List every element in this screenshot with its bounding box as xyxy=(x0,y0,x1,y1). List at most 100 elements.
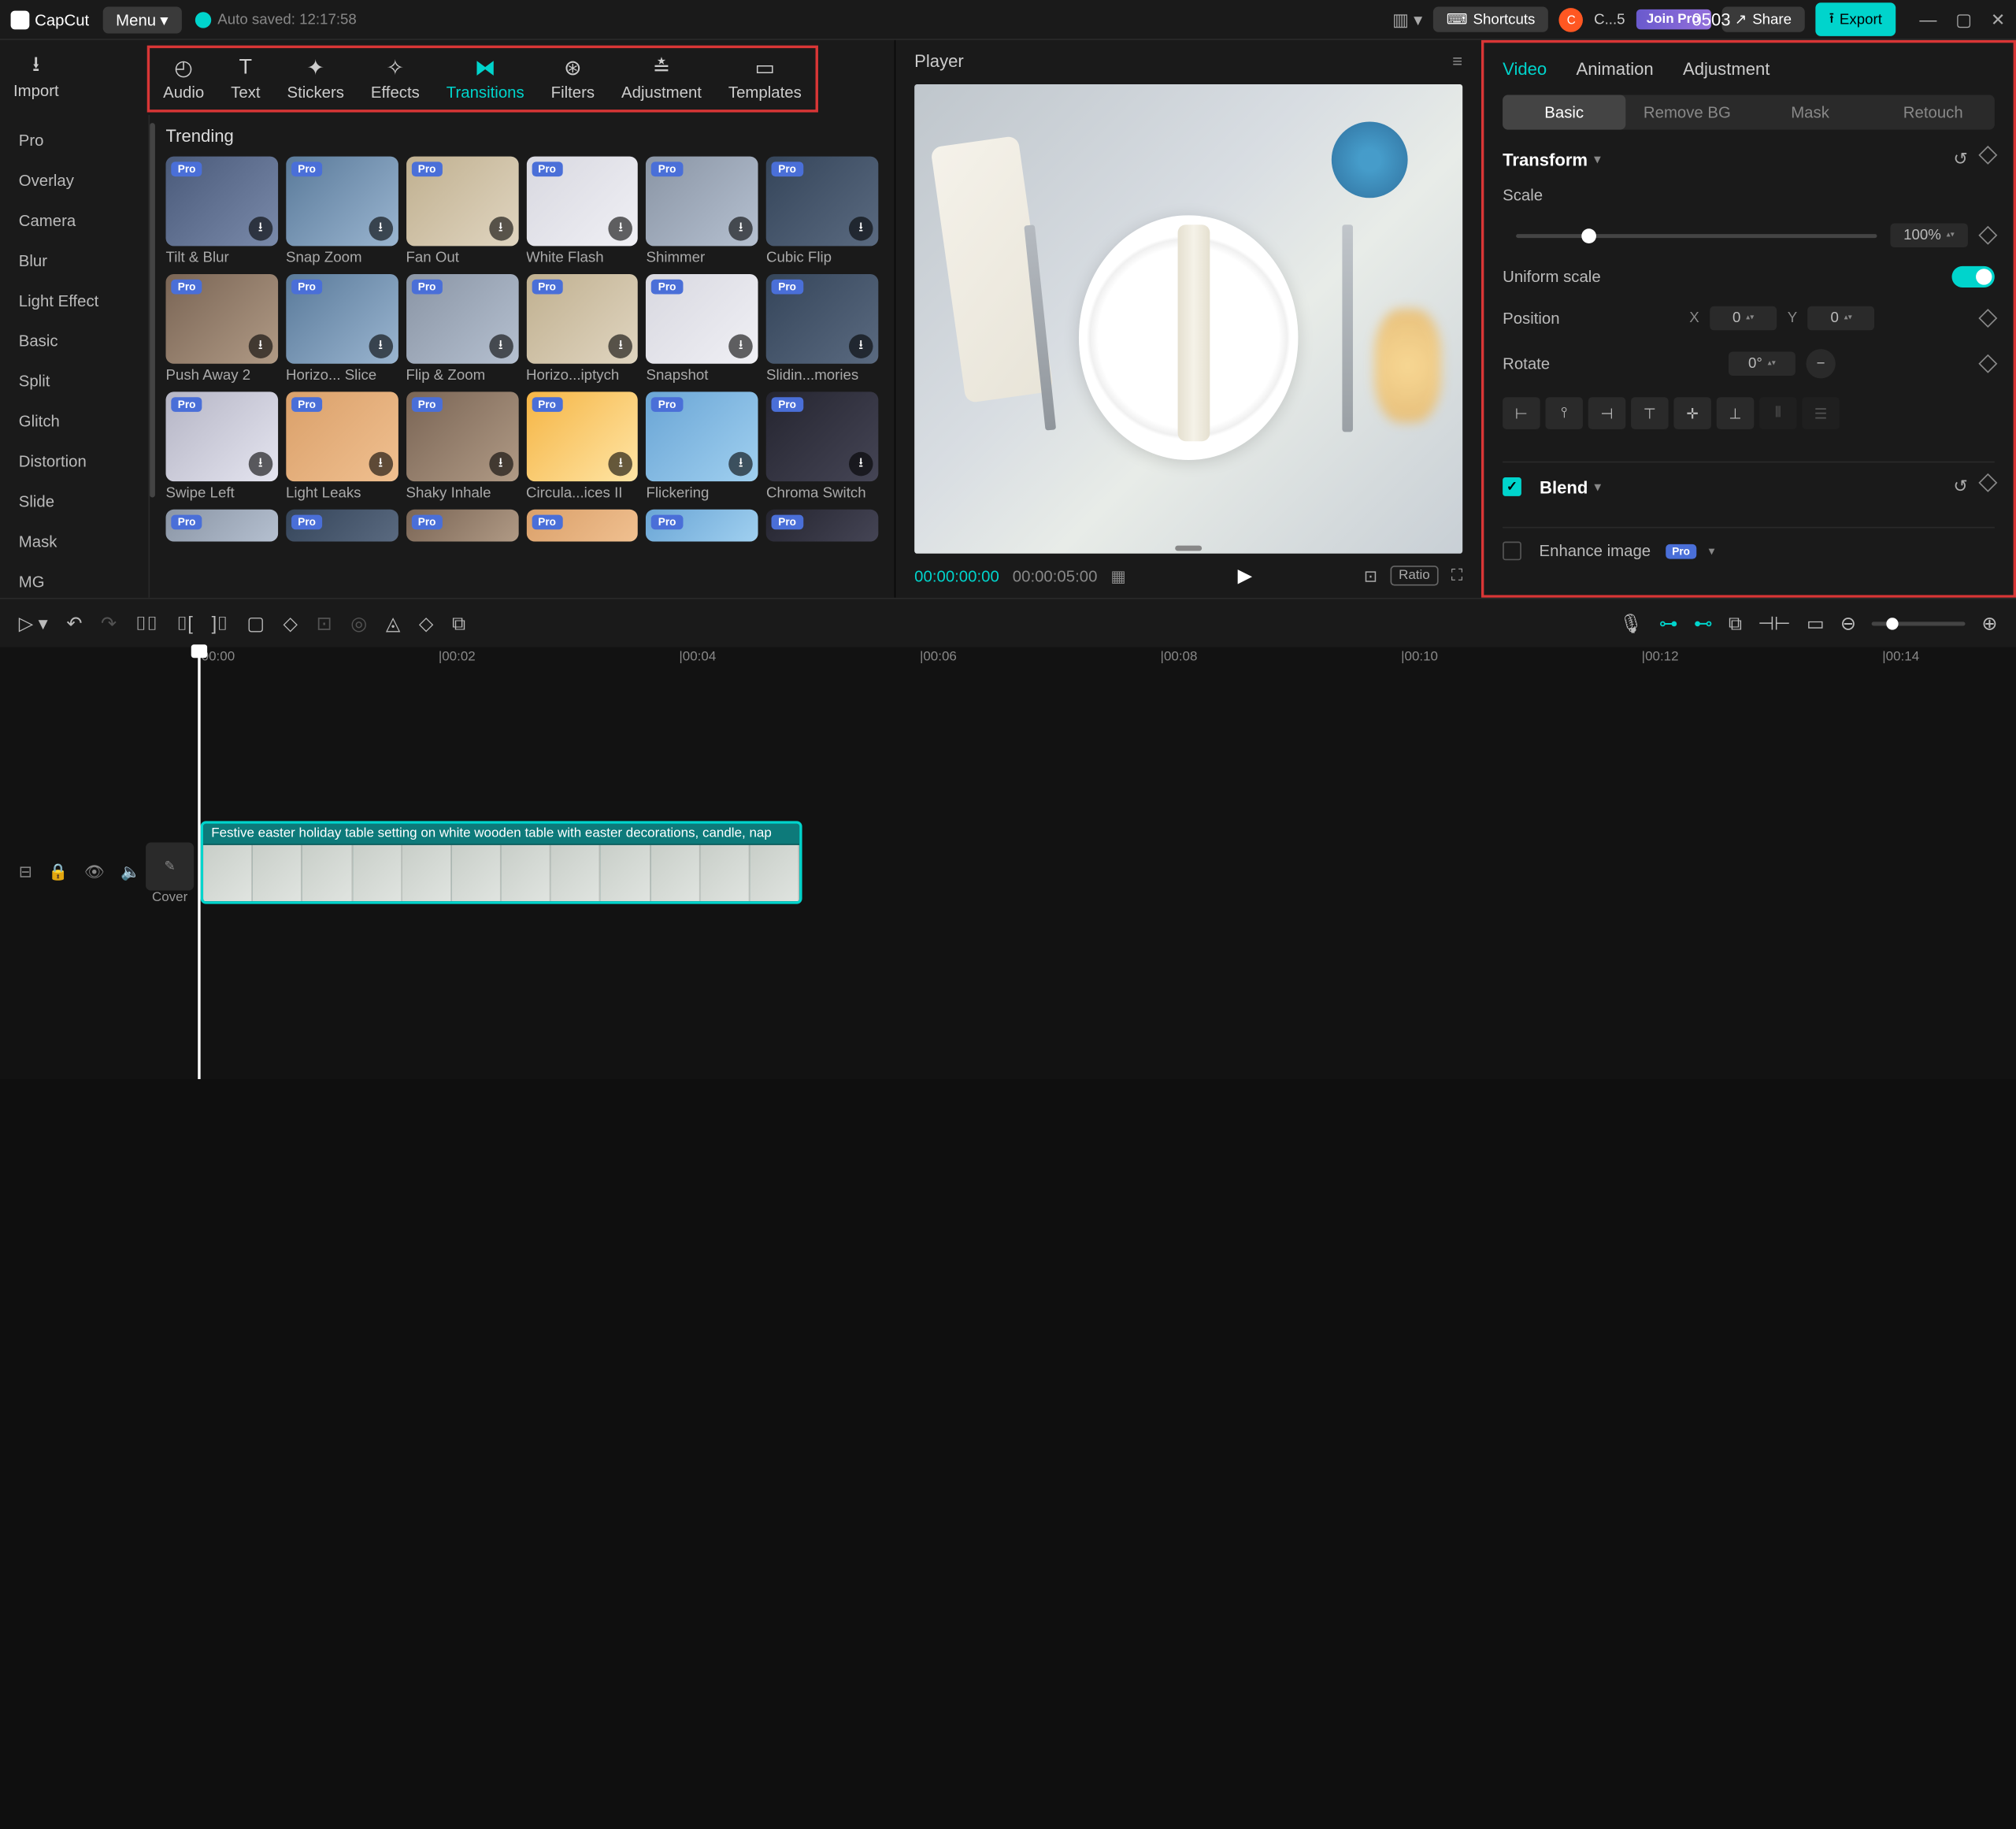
transition-thumb[interactable]: Pro ⭳ xyxy=(647,157,758,247)
align-vcenter-button[interactable]: ✛ xyxy=(1673,397,1711,429)
transition-thumb[interactable]: Pro ⭳ xyxy=(166,157,278,247)
spinner-icon[interactable]: ▴▾ xyxy=(1947,232,1955,239)
download-icon[interactable]: ⭳ xyxy=(728,217,753,241)
tab-filters[interactable]: ⊛Filters xyxy=(538,48,608,109)
download-icon[interactable]: ⭳ xyxy=(248,452,272,477)
tab-adjustment[interactable]: ≛Adjustment xyxy=(608,48,715,109)
mute-icon[interactable]: 🔈 xyxy=(120,863,140,881)
magnet-main-icon[interactable]: ⊶ xyxy=(1659,612,1678,635)
split-tool[interactable]: ⌷⌷ xyxy=(135,612,158,635)
inspector-tab-adjustment[interactable]: Adjustment xyxy=(1683,59,1770,79)
transition-item[interactable]: Pro ⭳ Horizo...iptych xyxy=(526,274,638,384)
sidebar-item-split[interactable]: Split xyxy=(0,361,148,401)
scale-slider[interactable] xyxy=(1516,233,1877,237)
download-icon[interactable]: ⭳ xyxy=(369,217,393,241)
scale-value[interactable]: 100%▴▾ xyxy=(1890,224,1968,248)
align-hcenter-button[interactable]: ⫯ xyxy=(1545,397,1583,429)
cover-button[interactable]: ✎ Cover xyxy=(144,842,195,905)
transition-item[interactable]: Pro ⭳ Light Leaks xyxy=(286,392,398,502)
snap-icon[interactable]: ⊣⊢ xyxy=(1758,612,1790,635)
player-viewport[interactable] xyxy=(914,84,1462,554)
tab-stickers[interactable]: ✦Stickers xyxy=(274,48,358,109)
crop-tool[interactable]: ⧉ xyxy=(452,612,465,635)
transition-thumb[interactable]: Pro ⭳ xyxy=(526,392,638,482)
player-menu-icon[interactable]: ≡ xyxy=(1452,51,1462,71)
preview-icon[interactable]: ▭ xyxy=(1807,612,1824,635)
transition-item[interactable]: Pro ⭳ Flip & Zoom xyxy=(406,274,517,384)
close-icon[interactable]: ✕ xyxy=(1991,9,2006,30)
export-button[interactable]: ⭱ Export xyxy=(1816,2,1896,35)
enhance-checkbox[interactable] xyxy=(1503,542,1521,561)
zoom-out-icon[interactable]: ⊖ xyxy=(1840,612,1856,635)
transition-thumb[interactable]: Pro ⭳ xyxy=(766,157,878,247)
transition-thumb[interactable]: Pro ⭳ xyxy=(647,274,758,364)
download-icon[interactable]: ⭳ xyxy=(248,217,272,241)
transition-thumb[interactable]: Pro ⭳ xyxy=(406,274,517,364)
download-icon[interactable]: ⭳ xyxy=(849,335,873,359)
keyframe-icon[interactable] xyxy=(1978,226,1997,245)
align-right-button[interactable]: ⊣ xyxy=(1588,397,1626,429)
transition-item[interactable]: Pro ⭳ Shimmer xyxy=(647,157,758,266)
uniform-scale-toggle[interactable] xyxy=(1952,266,1995,288)
transition-item[interactable]: Pro xyxy=(526,510,638,542)
sidebar-item-distortion[interactable]: Distortion xyxy=(0,441,148,481)
transition-thumb[interactable]: Pro xyxy=(166,510,278,542)
lock-track-icon[interactable]: ⊟ xyxy=(19,863,32,881)
transition-thumb[interactable]: Pro xyxy=(406,510,517,542)
transition-thumb[interactable]: Pro ⭳ xyxy=(286,392,398,482)
mirror-button[interactable]: − xyxy=(1806,349,1835,378)
shortcuts-button[interactable]: ⌨ Shortcuts xyxy=(1433,6,1549,32)
transition-thumb[interactable]: Pro xyxy=(286,510,398,542)
keyframe-icon[interactable] xyxy=(1978,473,1997,492)
sidebar-item-basic[interactable]: Basic xyxy=(0,321,148,361)
keyframe-icon[interactable] xyxy=(1978,309,1997,328)
share-button[interactable]: ↗ Share xyxy=(1721,6,1805,32)
transition-thumb[interactable]: Pro ⭳ xyxy=(526,274,638,364)
sidebar-item-blur[interactable]: Blur xyxy=(0,241,148,281)
playhead[interactable] xyxy=(198,647,200,1079)
transition-item[interactable]: Pro ⭳ Horizo... Slice xyxy=(286,274,398,384)
download-icon[interactable]: ⭳ xyxy=(248,335,272,359)
sidebar-item-mg[interactable]: MG xyxy=(0,562,148,602)
lock-icon[interactable]: 🔒 xyxy=(48,863,68,881)
transition-item[interactable]: Pro xyxy=(406,510,517,542)
transition-item[interactable]: Pro ⭳ Push Away 2 xyxy=(166,274,278,384)
keyframe-icon[interactable] xyxy=(1978,146,1997,165)
spinner-icon[interactable]: ▴▾ xyxy=(1768,360,1776,368)
transition-item[interactable]: Pro ⭳ Snap Zoom xyxy=(286,157,398,266)
scan-icon[interactable]: ⊡ xyxy=(1364,566,1377,585)
resize-handle-icon[interactable] xyxy=(1175,546,1202,551)
transition-item[interactable]: Pro ⭳ Swipe Left xyxy=(166,392,278,502)
sidebar-scrollbar[interactable] xyxy=(150,123,155,497)
transition-thumb[interactable]: Pro ⭳ xyxy=(286,157,398,247)
transition-item[interactable]: Pro xyxy=(766,510,878,542)
sidebar-item-pro[interactable]: Pro xyxy=(0,121,148,161)
quality-icon[interactable]: ▦ xyxy=(1110,566,1125,585)
download-icon[interactable]: ⭳ xyxy=(849,217,873,241)
transition-item[interactable]: Pro ⭳ Circula...ices II xyxy=(526,392,638,502)
rotate-tool[interactable]: ◇ xyxy=(419,612,433,635)
magnet-icon[interactable]: ⊷ xyxy=(1694,612,1713,635)
marker-tool[interactable]: ◇ xyxy=(284,612,298,635)
reset-icon[interactable]: ↺ xyxy=(1953,148,1968,169)
transition-item[interactable]: Pro xyxy=(647,510,758,542)
split-right-tool[interactable]: ]⌷ xyxy=(212,612,228,635)
align-left-button[interactable]: ⊢ xyxy=(1503,397,1540,429)
transition-item[interactable]: Pro ⭳ White Flash xyxy=(526,157,638,266)
layout-icon[interactable]: ▥ ▾ xyxy=(1392,9,1422,30)
fullscreen-icon[interactable]: ⛶ xyxy=(1451,566,1462,585)
subtab-removebg[interactable]: Remove BG xyxy=(1625,95,1748,130)
play-button[interactable]: ▶ xyxy=(1238,564,1252,587)
subtab-retouch[interactable]: Retouch xyxy=(1872,95,1995,130)
transition-item[interactable]: Pro xyxy=(286,510,398,542)
download-icon[interactable]: ⭳ xyxy=(609,452,633,477)
position-y-input[interactable]: 0▴▾ xyxy=(1808,306,1875,331)
minimize-icon[interactable]: — xyxy=(1919,9,1936,30)
sidebar-item-light-effect[interactable]: Light Effect xyxy=(0,280,148,321)
transition-thumb[interactable]: Pro ⭳ xyxy=(166,274,278,364)
tab-transitions[interactable]: ⧓Transitions xyxy=(433,48,538,109)
tab-audio[interactable]: ◴Audio xyxy=(150,48,217,109)
visibility-icon[interactable]: 👁 xyxy=(84,863,105,881)
timeline-ruler[interactable]: |00:00|00:02|00:04|00:06|00:08|00:10|00:… xyxy=(0,647,2016,674)
zoom-in-icon[interactable]: ⊕ xyxy=(1981,612,1997,635)
